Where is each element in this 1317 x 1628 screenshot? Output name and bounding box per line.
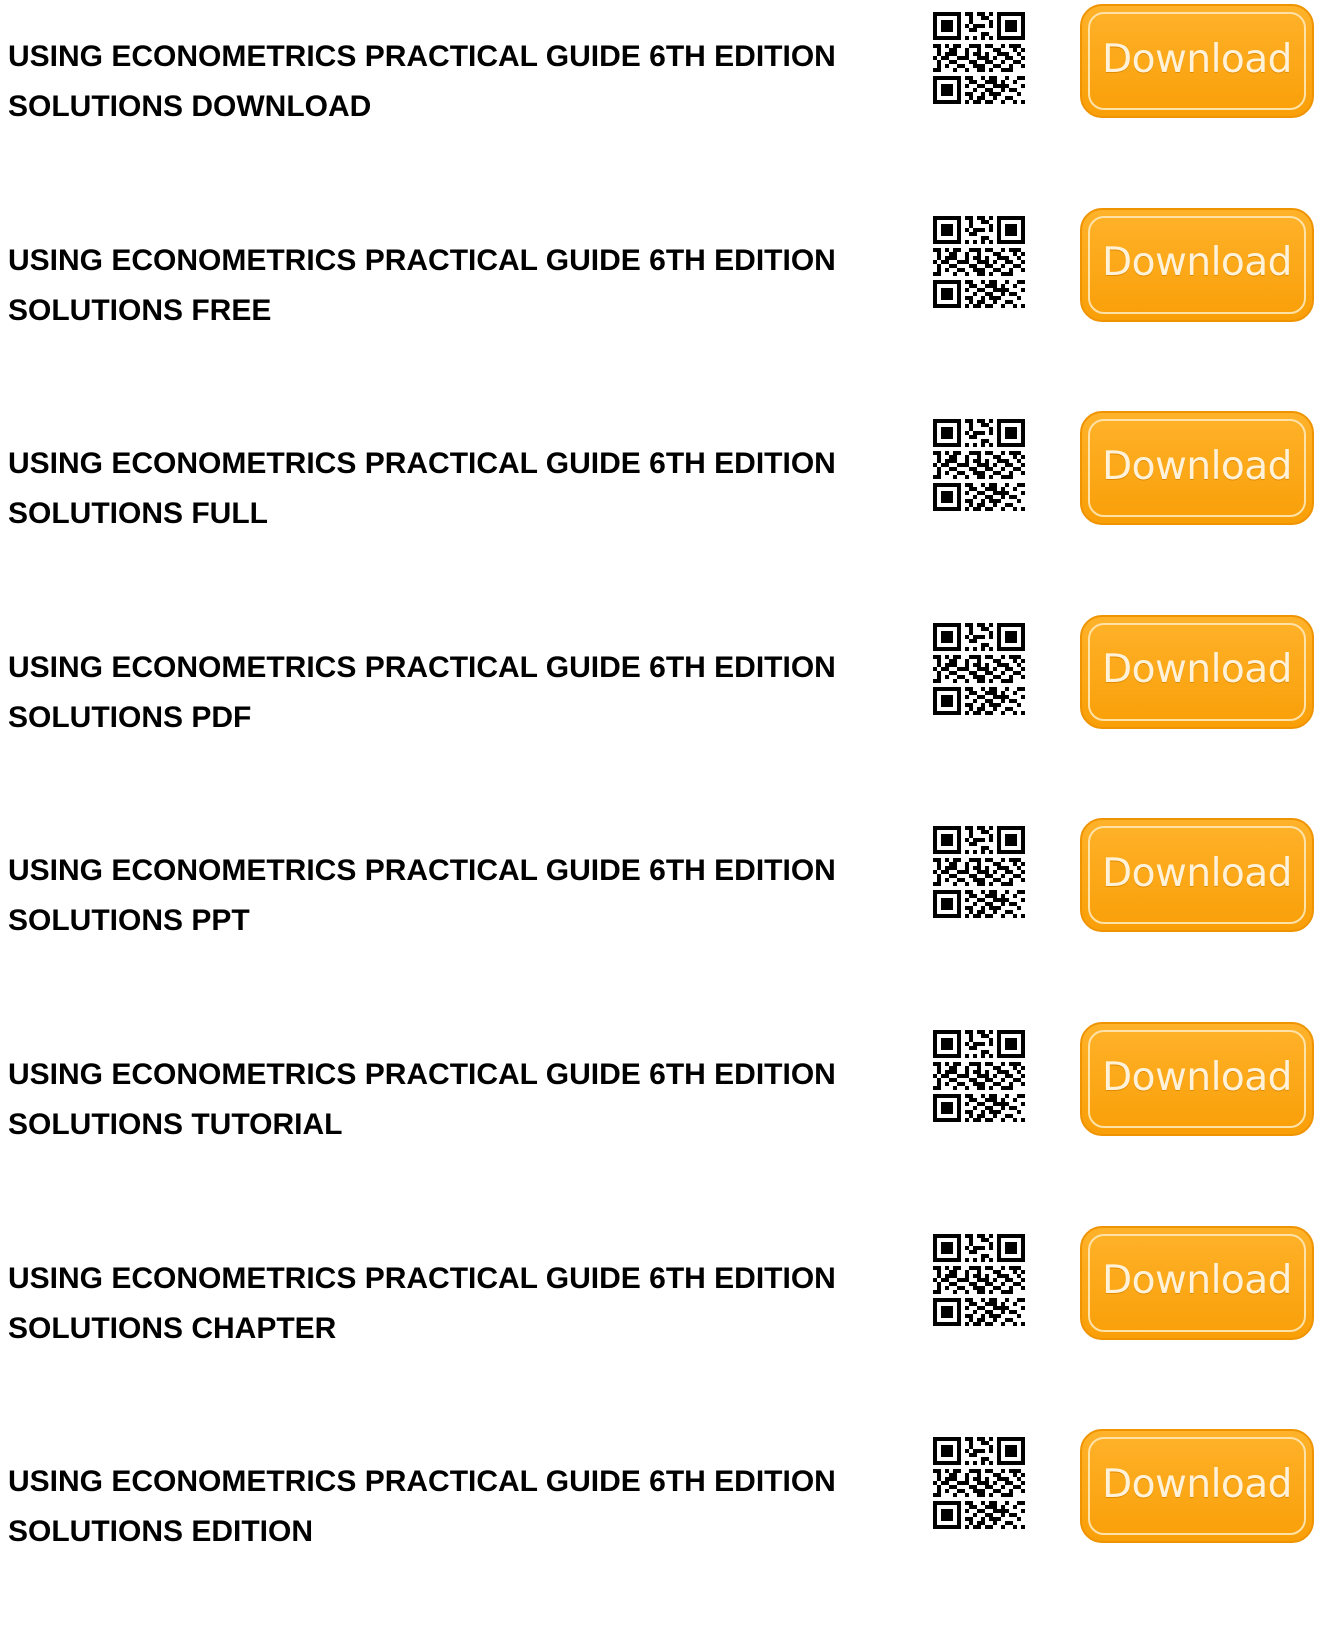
qr-code-icon [933, 419, 1025, 512]
entry-title-line1: USING ECONOMETRICS PRACTICAL GUIDE 6TH E… [8, 854, 836, 888]
entry-title-line2: SOLUTIONS TUTORIAL [8, 1108, 343, 1141]
entry-title-line2: SOLUTIONS CHAPTER [8, 1311, 337, 1345]
entry-title: USING ECONOMETRICS PRACTICAL GUIDE 6TH E… [8, 439, 908, 539]
entry-title: USING ECONOMETRICS PRACTICAL GUIDE 6TH E… [8, 643, 908, 743]
entry-title: USING ECONOMETRICS PRACTICAL GUIDE 6TH E… [8, 1050, 908, 1150]
download-button-label: Download [1102, 1461, 1292, 1507]
entry-title-line2: SOLUTIONS DOWNLOAD [8, 90, 372, 123]
download-entry: USING ECONOMETRICS PRACTICAL GUIDE 6TH E… [0, 1425, 1317, 1628]
entry-title: USING ECONOMETRICS PRACTICAL GUIDE 6TH E… [8, 32, 908, 132]
qr-code-icon [933, 215, 1025, 308]
qr-code-icon [933, 622, 1025, 715]
download-button-label: Download [1102, 443, 1292, 489]
download-button[interactable]: Download [1080, 411, 1314, 526]
entry-title-line1: USING ECONOMETRICS PRACTICAL GUIDE 6TH E… [8, 447, 836, 481]
download-button[interactable]: Download [1080, 1429, 1314, 1544]
entry-title-line1: USING ECONOMETRICS PRACTICAL GUIDE 6TH E… [8, 650, 836, 684]
download-button[interactable]: Download [1080, 1225, 1314, 1340]
download-button[interactable]: Download [1080, 1022, 1314, 1136]
download-button-label: Download [1102, 1054, 1292, 1100]
download-button[interactable]: Download [1080, 207, 1314, 322]
download-entry: USING ECONOMETRICS PRACTICAL GUIDE 6TH E… [0, 204, 1317, 407]
entry-title-line1: USING ECONOMETRICS PRACTICAL GUIDE 6TH E… [8, 1058, 836, 1091]
entry-title-line2: SOLUTIONS EDITION [8, 1515, 314, 1549]
entry-title-line2: SOLUTIONS FULL [8, 497, 268, 531]
entry-title: USING ECONOMETRICS PRACTICAL GUIDE 6TH E… [8, 1254, 908, 1354]
download-entry: USING ECONOMETRICS PRACTICAL GUIDE 6TH E… [0, 1018, 1317, 1221]
download-entry: USING ECONOMETRICS PRACTICAL GUIDE 6TH E… [0, 0, 1317, 203]
qr-code-icon [933, 12, 1025, 104]
download-entry: USING ECONOMETRICS PRACTICAL GUIDE 6TH E… [0, 814, 1317, 1017]
download-button-label: Download [1102, 240, 1292, 286]
entry-title: USING ECONOMETRICS PRACTICAL GUIDE 6TH E… [8, 1457, 908, 1557]
entry-title-line1: USING ECONOMETRICS PRACTICAL GUIDE 6TH E… [8, 243, 836, 277]
entry-title-line2: SOLUTIONS FREE [8, 293, 272, 327]
entry-title-line2: SOLUTIONS PDF [8, 700, 252, 734]
download-entry: USING ECONOMETRICS PRACTICAL GUIDE 6TH E… [0, 407, 1317, 610]
download-entry: USING ECONOMETRICS PRACTICAL GUIDE 6TH E… [0, 611, 1317, 814]
entry-title-line1: USING ECONOMETRICS PRACTICAL GUIDE 6TH E… [8, 1261, 836, 1295]
download-button-label: Download [1102, 36, 1292, 82]
download-entry: USING ECONOMETRICS PRACTICAL GUIDE 6TH E… [0, 1222, 1317, 1425]
entry-title-line2: SOLUTIONS PPT [8, 904, 250, 938]
download-button-label: Download [1102, 850, 1292, 896]
download-button-label: Download [1102, 647, 1292, 693]
entry-title-line1: USING ECONOMETRICS PRACTICAL GUIDE 6TH E… [8, 1465, 836, 1499]
entry-title-line1: USING ECONOMETRICS PRACTICAL GUIDE 6TH E… [8, 40, 836, 73]
entry-title: USING ECONOMETRICS PRACTICAL GUIDE 6TH E… [8, 236, 908, 336]
download-button[interactable]: Download [1080, 818, 1314, 933]
qr-code-icon [933, 1437, 1025, 1530]
download-button[interactable]: Download [1080, 4, 1314, 118]
entry-title: USING ECONOMETRICS PRACTICAL GUIDE 6TH E… [8, 846, 908, 946]
qr-code-icon [933, 1030, 1025, 1122]
qr-code-icon [933, 826, 1025, 919]
download-button[interactable]: Download [1080, 614, 1314, 729]
download-button-label: Download [1102, 1258, 1292, 1304]
qr-code-icon [933, 1233, 1025, 1326]
